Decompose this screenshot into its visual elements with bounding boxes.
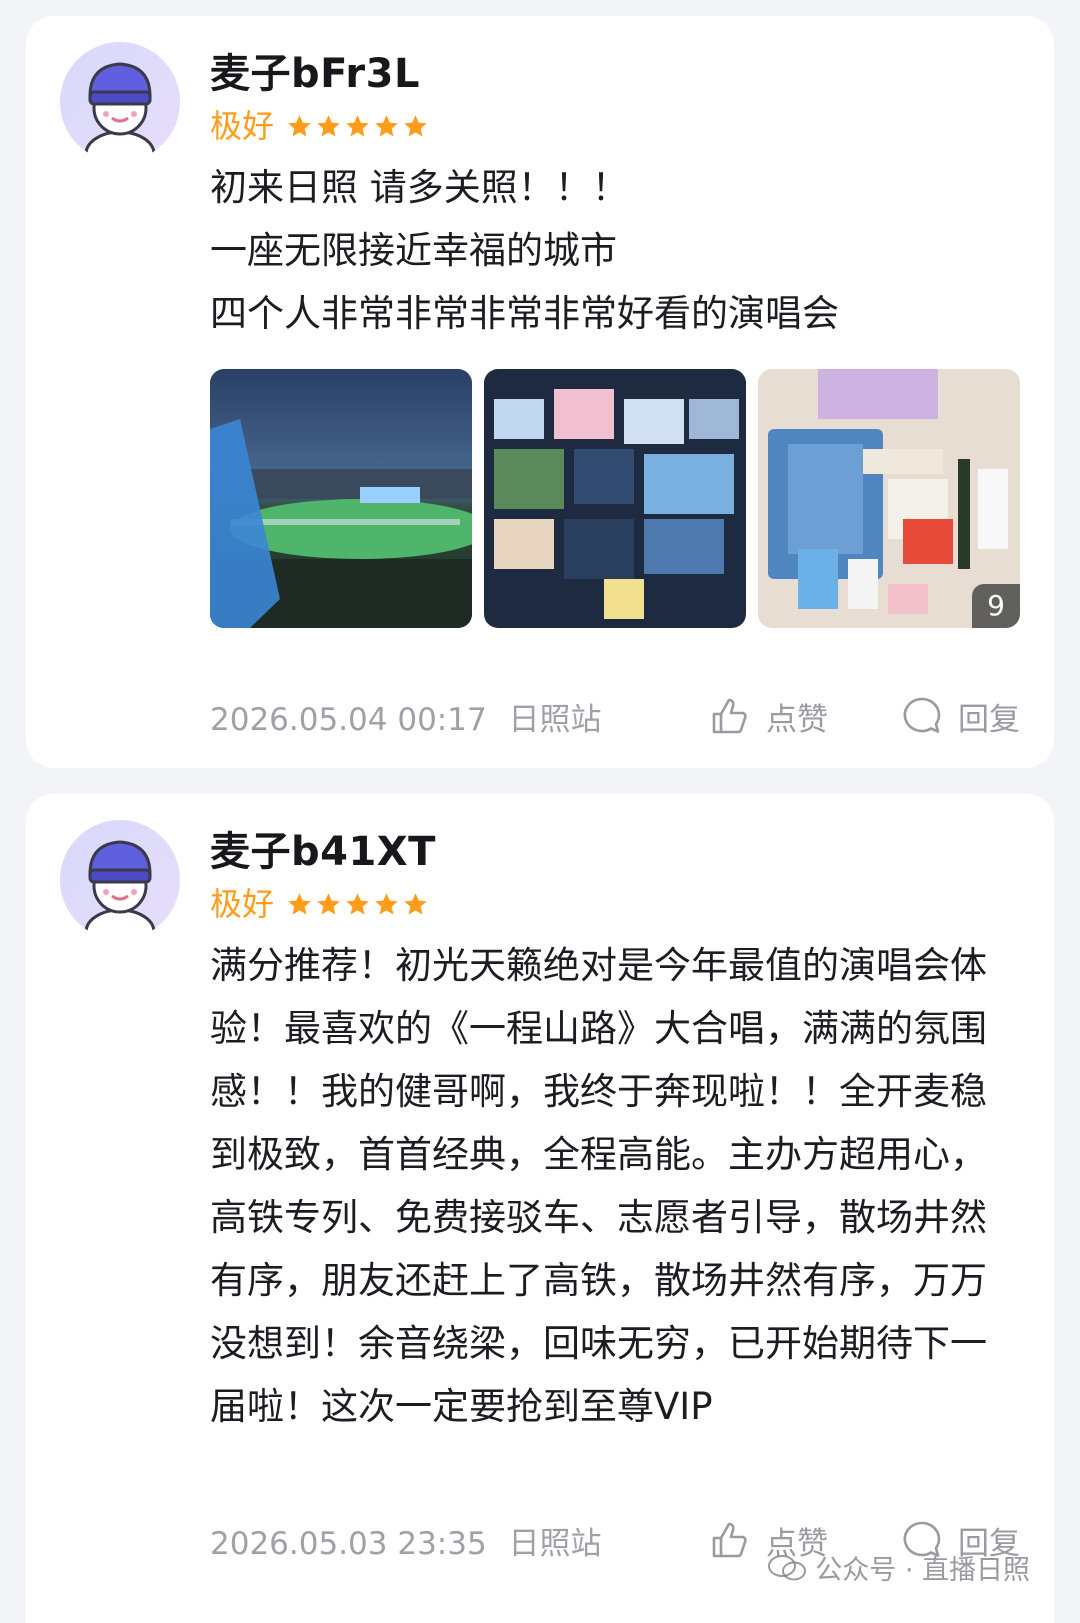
photo-grid: 9 bbox=[210, 369, 1020, 628]
star-icon bbox=[404, 114, 427, 137]
review-content: 麦子b41XT 极好 满分推荐！初光天籁绝对是今年最值的演唱会体验！最喜欢的《一… bbox=[210, 826, 1020, 1438]
photo-count-badge: 9 bbox=[972, 584, 1020, 628]
review-card: 麦子bFr3L 极好 初来日照 请多关照！！！ 一座无限接近幸福的城市 四个人非… bbox=[26, 16, 1054, 768]
user-avatar-icon bbox=[84, 840, 156, 940]
rating-row: 极好 bbox=[210, 882, 1020, 926]
photo-thumbnail[interactable]: 9 bbox=[758, 369, 1020, 628]
watermark-text: 公众号 · 直播日照 bbox=[815, 1555, 1030, 1586]
stadium-photo bbox=[210, 369, 472, 628]
review-card: 麦子b41XT 极好 满分推荐！初光天籁绝对是今年最值的演唱会体验！最喜欢的《一… bbox=[26, 794, 1054, 1623]
star-icon bbox=[404, 892, 427, 915]
chat-bubble-icon bbox=[903, 697, 941, 733]
star-icon bbox=[346, 892, 369, 915]
photo-thumbnail[interactable] bbox=[484, 369, 746, 628]
star-icon bbox=[288, 114, 311, 137]
photo-thumbnail[interactable] bbox=[210, 369, 472, 628]
reviews-page: 麦子bFr3L 极好 初来日照 请多关照！！！ 一座无限接近幸福的城市 四个人非… bbox=[0, 0, 1080, 1623]
star-icon bbox=[317, 114, 340, 137]
watermark: 公众号 · 直播日照 bbox=[767, 1548, 1030, 1587]
review-station: 日照站 bbox=[508, 701, 602, 738]
review-footer: 2026.05.04 00:17 日照站 点赞 回复 bbox=[210, 686, 1020, 746]
collage-photo bbox=[484, 369, 746, 628]
like-label: 点赞 bbox=[766, 701, 828, 738]
review-text: 初来日照 请多关照！！！ 一座无限接近幸福的城市 四个人非常非常非常非常好看的演… bbox=[210, 166, 839, 335]
thumbs-up-icon bbox=[712, 1522, 747, 1558]
thumbs-up-icon bbox=[712, 698, 747, 734]
reply-label: 回复 bbox=[958, 701, 1020, 738]
review-station: 日照站 bbox=[508, 1525, 602, 1562]
star-icon bbox=[317, 892, 340, 915]
review-meta: 2026.05.04 00:17 日照站 bbox=[210, 694, 636, 739]
username[interactable]: 麦子bFr3L bbox=[210, 48, 1020, 100]
review-meta: 2026.05.03 23:35 日照站 bbox=[210, 1518, 636, 1563]
like-button[interactable]: 点赞 bbox=[708, 694, 828, 739]
review-datetime: 2026.05.03 23:35 bbox=[210, 1525, 487, 1562]
rating-label: 极好 bbox=[210, 107, 275, 145]
reply-button[interactable]: 回复 bbox=[900, 694, 1020, 739]
avatar[interactable] bbox=[60, 820, 180, 940]
star-icon bbox=[375, 892, 398, 915]
rating-label: 极好 bbox=[210, 885, 275, 923]
rating-row: 极好 bbox=[210, 104, 1020, 148]
review-text: 满分推荐！初光天籁绝对是今年最值的演唱会体验！最喜欢的《一程山路》大合唱，满满的… bbox=[210, 944, 987, 1428]
wechat-icon bbox=[768, 1554, 807, 1580]
review-content: 麦子bFr3L 极好 初来日照 请多关照！！！ 一座无限接近幸福的城市 四个人非… bbox=[210, 48, 1020, 628]
star-icon bbox=[346, 114, 369, 137]
star-icon bbox=[375, 114, 398, 137]
username[interactable]: 麦子b41XT bbox=[210, 826, 1020, 878]
star-icon bbox=[288, 892, 311, 915]
user-avatar-icon bbox=[84, 62, 156, 162]
avatar[interactable] bbox=[60, 42, 180, 162]
review-datetime: 2026.05.04 00:17 bbox=[210, 701, 487, 738]
